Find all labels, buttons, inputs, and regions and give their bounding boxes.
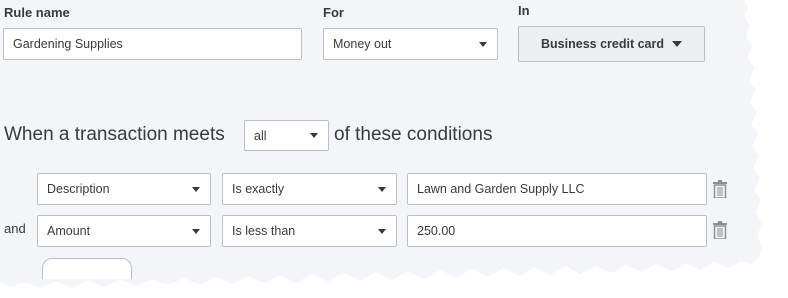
conditions-sentence-suffix: of these conditions [334, 124, 493, 145]
account-value: Business credit card [541, 37, 664, 51]
chevron-down-icon [192, 187, 200, 192]
for-select[interactable]: Money out [323, 28, 498, 60]
condition-field-select[interactable]: Amount [37, 215, 211, 247]
rule-name-input[interactable]: Gardening Supplies [3, 28, 302, 60]
rule-name-value: Gardening Supplies [13, 37, 123, 51]
add-line-button[interactable] [42, 258, 132, 279]
match-type-select[interactable]: all [244, 120, 329, 151]
chevron-down-icon [671, 41, 682, 47]
condition-operator-select[interactable]: Is exactly [222, 173, 397, 205]
chevron-down-icon [192, 229, 200, 234]
condition-value-text: 250.00 [417, 224, 456, 238]
condition-operator-select[interactable]: Is less than [222, 215, 397, 247]
condition-field-select[interactable]: Description [37, 173, 211, 205]
condition-field-value: Amount [47, 224, 91, 238]
chevron-down-icon [378, 187, 386, 192]
condition-operator-value: Is less than [232, 224, 296, 238]
condition-operator-value: Is exactly [232, 182, 285, 196]
condition-field-value: Description [47, 182, 110, 196]
condition-value-text: Lawn and Garden Supply LLC [417, 182, 585, 196]
conditions-sentence-prefix: When a transaction meets [4, 124, 225, 145]
rule-name-label: Rule name [4, 5, 70, 20]
trash-icon[interactable] [713, 221, 727, 239]
for-label: For [323, 5, 344, 20]
chevron-down-icon [378, 229, 386, 234]
condition-value-input[interactable]: 250.00 [407, 215, 707, 247]
account-select-button[interactable]: Business credit card [518, 26, 705, 62]
chevron-down-icon [479, 42, 487, 47]
condition-value-input[interactable]: Lawn and Garden Supply LLC [407, 173, 707, 205]
condition-connector: and [4, 221, 26, 236]
in-label: In [518, 3, 530, 18]
trash-icon[interactable] [713, 180, 727, 198]
for-value: Money out [333, 37, 392, 51]
match-type-value: all [254, 129, 267, 143]
chevron-down-icon [310, 133, 318, 138]
rule-editor-panel: Rule name Gardening Supplies For Money o… [0, 0, 763, 288]
